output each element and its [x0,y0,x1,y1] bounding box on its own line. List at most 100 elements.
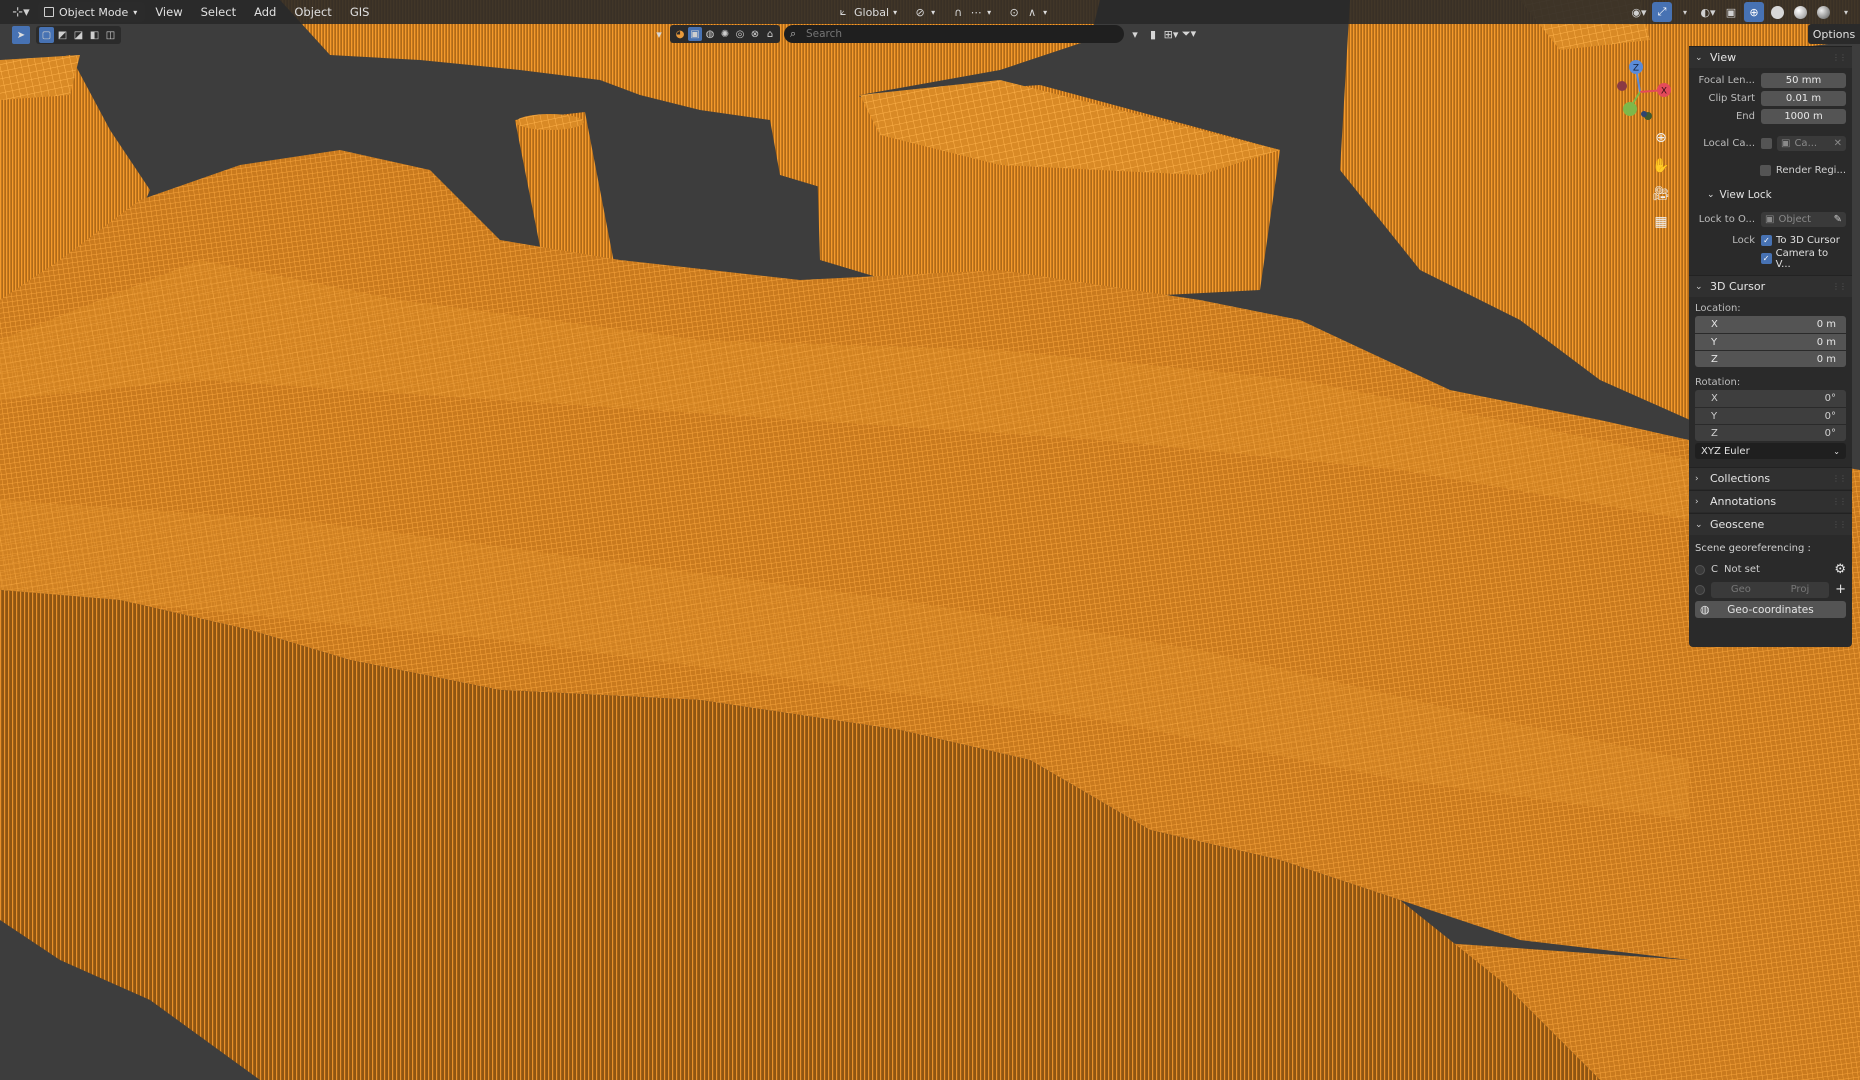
cursor-location-x[interactable]: X 0 m [1695,316,1846,333]
drag-grip-icon[interactable]: ⋮⋮ [1832,497,1847,506]
shading-material[interactable] [1790,2,1810,22]
cursor-location-y[interactable]: Y 0 m [1695,333,1846,350]
panel-geoscene-header[interactable]: ⌄ Geoscene ⋮⋮ [1689,513,1852,535]
panel-title: Annotations [1710,495,1777,508]
shading-dropdown[interactable]: ▾ [1836,2,1856,22]
camera-to-view-checkbox[interactable]: ✓ [1760,253,1772,264]
clip-start-field[interactable]: 0.01 m [1761,91,1846,106]
overlays-toggle[interactable]: ◐▾ [1698,2,1718,22]
crs-code: C [1711,564,1718,575]
display-mode-icon[interactable]: ⊞▾ [1164,27,1179,41]
origin-radio[interactable] [1695,584,1705,595]
panel-3d-cursor-header[interactable]: ⌄ 3D Cursor ⋮⋮ [1689,275,1852,297]
menu-gis[interactable]: GIS [342,2,378,22]
view-lock-subpanel-header[interactable]: ⌄ View Lock [1689,185,1852,205]
drag-grip-icon[interactable]: ⋮⋮ [1832,520,1847,529]
editor-type-button[interactable]: ⊹▾ [6,2,36,22]
lock-to-object-field[interactable]: ▣ Object ✎ [1761,212,1846,227]
chevron-right-icon: › [1695,496,1699,507]
filter-expand-icon[interactable]: ▾ [652,27,666,41]
geo-label[interactable]: Geo [1731,584,1751,595]
camera-view-button[interactable]: 🎥︎ [1648,183,1674,205]
geo-coordinates-button[interactable]: ◍ Geo-coordinates [1695,601,1846,618]
navigation-gizmo[interactable]: Z X [1602,54,1678,130]
drag-grip-icon[interactable]: ⋮⋮ [1832,53,1847,62]
local-camera-field[interactable]: ▣ Ca... ✕ [1777,136,1846,151]
search-options-icon[interactable]: ▾ [1128,27,1142,41]
shading-rendered[interactable] [1813,2,1833,22]
panel-annotations-header[interactable]: › Annotations ⋮⋮ [1689,490,1852,512]
crs-radio[interactable] [1695,564,1705,575]
pan-button[interactable]: ✋ [1648,155,1674,177]
proportional-edit-toggle[interactable]: ⊙ ∧ ▾ [1001,2,1053,22]
rotation-mode-dropdown[interactable]: XYZ Euler ⌄ [1695,443,1846,459]
mesh-icon[interactable]: ◍ [703,27,717,41]
cursor-location-z[interactable]: Z 0 m [1695,350,1846,367]
mode-dropdown[interactable]: Object Mode ▾ [38,2,146,22]
shading-wireframe[interactable]: ⊕ [1744,2,1764,22]
cursor-rotation-y[interactable]: Y 0° [1695,407,1846,424]
to-3d-cursor-checkbox[interactable]: ✓ [1761,235,1772,246]
transform-orientation-dropdown[interactable]: ⟀ Global ▾ [830,2,903,22]
focal-length-field[interactable]: 50 mm [1761,73,1846,88]
select-intersect-icon[interactable]: ◫ [103,27,118,43]
editor-type-icon: ⊹▾ [12,4,30,20]
menu-view[interactable]: View [147,2,190,22]
to-3d-cursor-label: To 3D Cursor [1776,235,1840,246]
panel-collections-header[interactable]: › Collections ⋮⋮ [1689,467,1852,489]
cursor-rotation-x[interactable]: X 0° [1695,390,1846,407]
gizmo-toggle[interactable]: ⤢ [1652,2,1672,22]
xray-toggle[interactable]: ▣ [1721,2,1741,22]
rotation-label: Rotation: [1695,377,1741,388]
rotation-mode-label: XYZ Euler [1701,445,1750,457]
restrict-select-icon[interactable]: ▣ [688,27,702,41]
search-icon: ⌕ [790,27,797,40]
gear-icon[interactable]: ⚙ [1834,562,1846,577]
gizmo-y-axis[interactable] [1623,102,1637,116]
menu-select[interactable]: Select [193,2,244,22]
select-new-icon[interactable]: ▢ [39,27,54,43]
clear-icon[interactable]: ✕ [1834,138,1842,149]
empty-icon[interactable]: ⊗ [748,27,762,41]
render-region-checkbox[interactable] [1759,165,1771,176]
menu-add[interactable]: Add [246,2,284,22]
select-tool-button[interactable]: ➤ [12,26,30,44]
other-icon[interactable]: ⌂ [763,27,777,41]
pivot-point-dropdown[interactable]: ⊘ ▾ [907,2,941,22]
eyedropper-icon[interactable]: ✎ [1834,214,1842,225]
gizmo-neg-x[interactable] [1617,81,1627,91]
color-wheel-icon[interactable]: ◕ [673,27,687,41]
3d-viewport[interactable] [0,0,1860,1080]
menu-object[interactable]: Object [286,2,339,22]
geo-coordinates-label: Geo-coordinates [1727,603,1814,616]
bookmark-icon[interactable]: ▮ [1146,27,1160,41]
panel-view-header[interactable]: ⌄ View ⋮⋮ [1689,46,1852,68]
gizmo-dropdown[interactable]: ▾ [1675,2,1695,22]
shading-solid[interactable] [1767,2,1787,22]
gizmo-neg-z[interactable] [1641,111,1647,117]
select-subtract-icon[interactable]: ◪ [71,27,86,43]
select-invert-icon[interactable]: ◧ [87,27,102,43]
perspective-toggle-button[interactable]: ▦ [1648,211,1674,233]
options-button[interactable]: Options [1808,24,1860,44]
lock-object-placeholder: Object [1778,214,1812,225]
drag-grip-icon[interactable]: ⋮⋮ [1832,474,1847,483]
proj-label[interactable]: Proj [1791,584,1810,595]
solid-sphere-icon [1770,5,1784,19]
visibility-toggle[interactable]: ◉▾ [1629,2,1649,22]
magnet-icon: ∩ [954,5,963,19]
filter-icon[interactable]: ⏷▾ [1182,27,1196,41]
drag-grip-icon[interactable]: ⋮⋮ [1832,282,1847,291]
cursor-rotation-z[interactable]: Z 0° [1695,424,1846,441]
search-input[interactable] [784,25,1124,43]
axis-label: Y [1711,410,1718,422]
panel-title: 3D Cursor [1710,280,1766,293]
local-camera-checkbox[interactable] [1761,138,1772,149]
snap-toggle[interactable]: ∩ ⋯ ▾ [945,2,997,22]
zoom-button[interactable]: ⊕ [1648,127,1674,149]
camera-icon[interactable]: ◎ [733,27,747,41]
light-icon[interactable]: ✺ [718,27,732,41]
select-extend-icon[interactable]: ◩ [55,27,70,43]
plus-icon[interactable]: + [1835,582,1846,597]
clip-end-field[interactable]: 1000 m [1761,109,1846,124]
